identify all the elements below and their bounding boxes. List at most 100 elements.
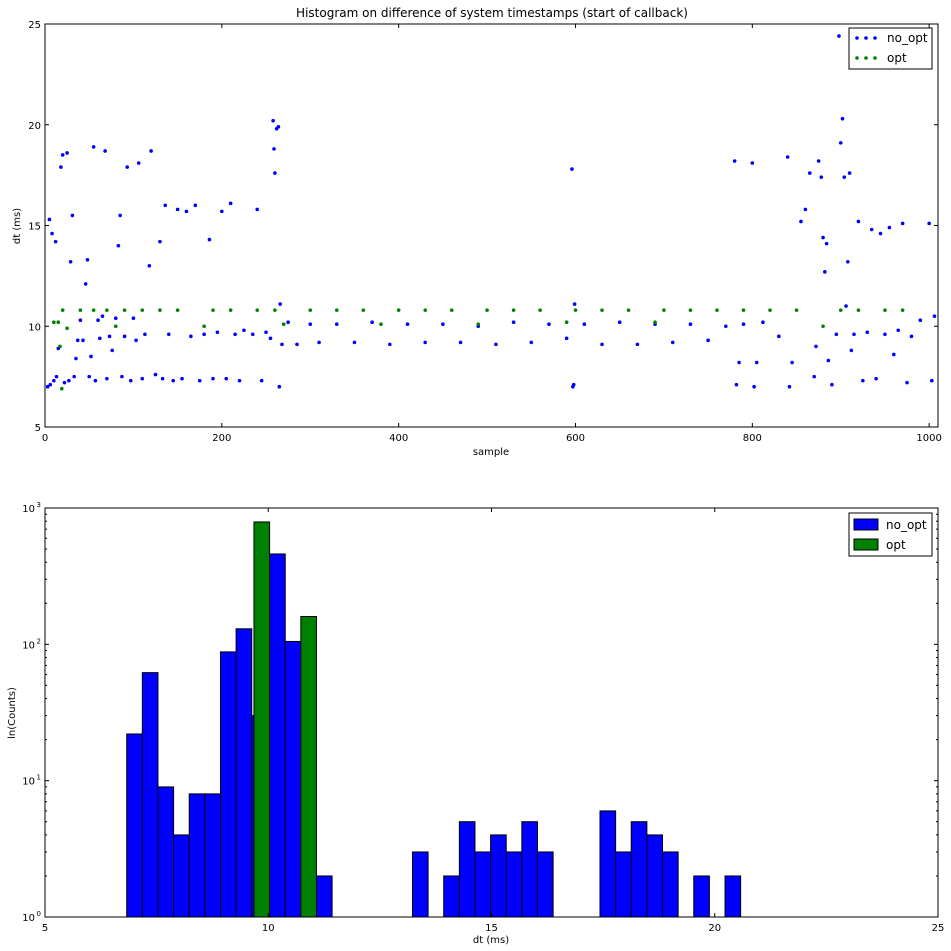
legend-marker-opt — [864, 56, 868, 60]
point-no-opt — [166, 332, 171, 337]
y-tick-label: 10 — [22, 913, 35, 924]
legend-label-opt: opt — [886, 538, 906, 552]
bar-no-opt — [693, 875, 710, 918]
point-opt — [511, 308, 516, 312]
x-tick-label: 400 — [389, 433, 408, 444]
point-no-opt — [861, 378, 865, 383]
legend-swatch-no-opt — [853, 518, 879, 531]
histogram-chart: 5 10 15 20 2510 010 110 210 3 dt (ms) ln(Counts)… — [7, 501, 944, 946]
x-tick-label: 800 — [743, 433, 762, 444]
point-no-opt — [570, 167, 574, 171]
point-no-opt — [163, 203, 168, 208]
bar-no-opt — [188, 793, 206, 918]
point-no-opt — [98, 336, 102, 341]
point-no-opt — [237, 378, 242, 383]
point-opt — [688, 308, 693, 312]
point-opt — [361, 308, 366, 312]
bar-no-opt — [235, 628, 253, 918]
point-no-opt — [803, 207, 808, 212]
point-no-opt — [837, 34, 841, 38]
point-no-opt — [317, 340, 321, 345]
point-no-opt — [52, 378, 56, 383]
point-no-opt — [120, 374, 124, 379]
point-no-opt — [113, 316, 118, 320]
point-no-opt — [856, 219, 861, 224]
point-no-opt — [838, 141, 843, 145]
point-no-opt — [189, 334, 193, 339]
point-no-opt — [352, 340, 357, 345]
chart-title: Histogram on difference of system timest… — [296, 6, 688, 20]
point-no-opt — [706, 338, 710, 343]
point-no-opt — [103, 149, 107, 153]
legend-marker-opt — [873, 56, 877, 60]
x-axis-label: sample — [473, 447, 509, 458]
bar-no-opt — [490, 834, 507, 918]
y-tick-label: 10 — [22, 640, 35, 651]
point-opt — [58, 344, 62, 349]
legend-marker-no-opt — [873, 36, 877, 40]
point-opt — [255, 308, 259, 312]
point-no-opt — [207, 237, 212, 242]
point-no-opt — [785, 155, 790, 159]
point-no-opt — [423, 340, 427, 345]
bar-no-opt — [521, 821, 538, 918]
point-no-opt — [388, 342, 392, 347]
point-opt — [140, 308, 145, 312]
plot-frame — [44, 23, 939, 428]
point-no-opt — [840, 116, 845, 121]
point-no-opt — [184, 209, 189, 214]
point-opt — [281, 322, 286, 327]
x-tick-label: 5 — [42, 923, 48, 934]
x-tick-label: 0 — [42, 433, 48, 444]
point-no-opt — [50, 231, 54, 236]
point-no-opt — [891, 352, 896, 357]
point-opt — [211, 308, 215, 312]
point-no-opt — [87, 374, 92, 379]
y-tick-label: 15 — [28, 222, 41, 233]
point-no-opt — [754, 360, 759, 365]
point-no-opt — [153, 372, 158, 377]
x-tick-label: 25 — [932, 923, 945, 934]
point-no-opt — [807, 171, 812, 175]
x-tick-label: 600 — [566, 433, 585, 444]
point-opt — [105, 308, 109, 312]
point-no-opt — [107, 334, 112, 339]
x-tick-label: 15 — [485, 923, 498, 934]
point-no-opt — [930, 378, 934, 383]
point-no-opt — [334, 322, 339, 327]
point-no-opt — [883, 332, 887, 337]
x-tick-label: 10 — [262, 923, 275, 934]
point-opt — [626, 308, 631, 312]
legend-marker-no-opt — [864, 36, 868, 40]
y-tick-exponent: 0 — [37, 910, 41, 918]
point-no-opt — [878, 231, 883, 236]
y-axis-label: dt (ms) — [12, 208, 23, 244]
point-no-opt — [511, 320, 516, 325]
point-no-opt — [242, 328, 246, 333]
bar-no-opt — [315, 875, 333, 918]
point-opt — [228, 308, 233, 312]
bar-no-opt — [505, 851, 523, 918]
point-no-opt — [273, 171, 277, 175]
point-no-opt — [250, 332, 255, 337]
point-no-opt — [370, 320, 374, 325]
point-opt — [334, 308, 339, 312]
point-opt — [485, 308, 489, 312]
legend-marker-opt — [855, 56, 859, 60]
point-no-opt — [85, 257, 90, 262]
point-opt — [423, 308, 427, 312]
point-no-opt — [887, 225, 892, 230]
point-no-opt — [116, 243, 121, 248]
point-opt — [573, 308, 578, 312]
point-no-opt — [70, 213, 75, 218]
point-opt — [308, 308, 313, 312]
point-no-opt — [131, 316, 136, 320]
y-axis-label: ln(Counts) — [7, 687, 18, 739]
point-no-opt — [918, 318, 923, 323]
point-no-opt — [826, 358, 831, 363]
point-no-opt — [143, 332, 147, 337]
point-opt — [396, 308, 401, 312]
data-points — [45, 34, 937, 391]
y-tick-label: 10 — [28, 322, 41, 333]
point-no-opt — [211, 376, 215, 381]
